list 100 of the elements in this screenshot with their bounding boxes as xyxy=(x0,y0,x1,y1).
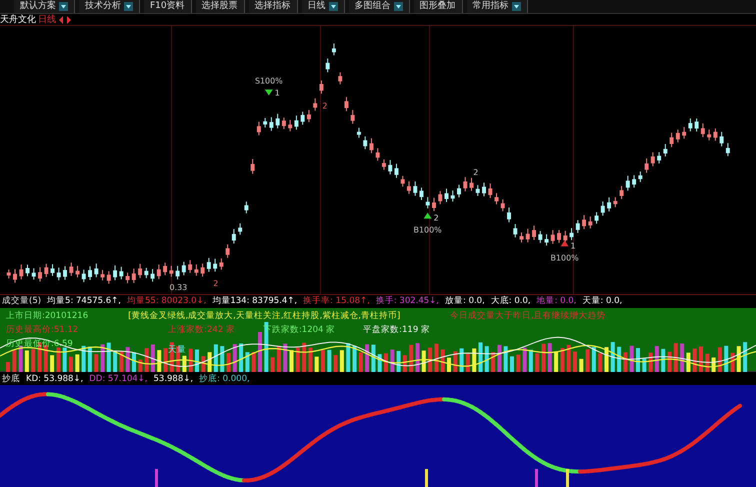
candlestick xyxy=(94,263,98,278)
legend-text: [黄线金叉绿线,成交量放大,天量柱关注,红柱持股,紫柱减仓,青柱持币] xyxy=(128,310,402,322)
candlestick xyxy=(626,175,630,192)
toolbar-button[interactable]: 选择股票 xyxy=(196,0,245,13)
candlestick xyxy=(463,176,468,192)
candlestick xyxy=(13,268,17,284)
toolbar-button[interactable]: F10资料 xyxy=(144,0,192,13)
candlestick xyxy=(613,196,618,208)
candlestick xyxy=(644,158,649,174)
candlestick xyxy=(582,214,586,230)
candlestick xyxy=(682,126,686,140)
candlestick xyxy=(44,263,48,278)
candlestick xyxy=(670,132,674,148)
candlestick xyxy=(457,184,461,198)
high-price: 历史最高价:51.12 xyxy=(6,324,80,336)
candlestick xyxy=(163,262,168,276)
volume-reading: 换手率: 15.08↑, xyxy=(303,295,370,308)
candlestick xyxy=(550,230,555,244)
candlestick xyxy=(126,272,130,284)
volume-reading: 换手: 302.45↓, xyxy=(376,295,439,308)
candlestick xyxy=(713,128,718,142)
candlestick xyxy=(526,228,530,243)
candlestick xyxy=(244,201,248,214)
candlestick xyxy=(182,261,186,276)
candlestick xyxy=(200,263,205,278)
toolbar-button[interactable]: 多图组合 xyxy=(348,0,410,13)
candlestick xyxy=(288,119,292,132)
candlestick xyxy=(600,200,605,216)
rising-count: 上涨家数:242 家 xyxy=(168,324,235,336)
toolbar-button[interactable]: 日线 xyxy=(302,0,345,13)
candlestick xyxy=(694,118,699,132)
candlestick xyxy=(156,264,161,280)
candlestick xyxy=(726,142,730,157)
candlestick xyxy=(482,182,486,197)
kd-reading: 抄底 xyxy=(2,372,20,385)
candlestick xyxy=(188,260,192,274)
candlestick xyxy=(113,264,118,281)
candlestick xyxy=(538,230,542,244)
candlestick xyxy=(720,131,724,147)
candlestick xyxy=(319,80,324,94)
candlestick xyxy=(294,115,298,130)
candlestick xyxy=(363,136,368,150)
candlestick xyxy=(19,264,24,280)
candlestick xyxy=(620,186,624,200)
candlestick xyxy=(532,225,536,240)
kd-reading: DD: 57.104↓, xyxy=(89,374,148,384)
marker-label: 0.33 xyxy=(170,283,188,292)
candlestick xyxy=(269,116,274,132)
candlestick xyxy=(88,266,92,280)
candlestick xyxy=(256,121,261,136)
candlestick xyxy=(119,266,124,280)
volume-reading: 均量5: 74575.6↑, xyxy=(47,295,121,308)
candlestick xyxy=(82,269,86,283)
candlestick xyxy=(507,207,511,223)
candlestick xyxy=(413,180,418,196)
candlestick xyxy=(213,258,218,272)
candlestick xyxy=(400,175,405,188)
signal-arrow-icon xyxy=(560,240,569,246)
signal-arrow-icon xyxy=(424,212,432,219)
candlestick xyxy=(438,190,442,205)
candlestick xyxy=(570,228,574,241)
toolbar-button[interactable]: 图形叠加 xyxy=(414,0,463,13)
candlestick xyxy=(138,263,142,279)
candlestick xyxy=(426,196,430,209)
candlestick xyxy=(494,192,498,205)
candlestick xyxy=(144,267,148,279)
candlestick xyxy=(276,113,280,129)
candlestick xyxy=(557,230,562,244)
candlestick xyxy=(476,184,480,196)
candlestick xyxy=(444,188,448,202)
toolbar-button[interactable]: 默认方案 xyxy=(14,0,75,13)
candlestick xyxy=(50,264,55,276)
kd-reading: 53.988↓, xyxy=(154,374,194,384)
candlestick xyxy=(232,228,236,244)
candlestick xyxy=(657,152,662,164)
candlestick xyxy=(176,265,180,280)
flat-count: 平盘家数:119 家 xyxy=(363,324,430,336)
candlestick xyxy=(194,264,198,276)
toolbar-button[interactable]: 常用指标 xyxy=(466,0,528,13)
notice-text: 今日成交量大于昨日,且有继续增大趋势 xyxy=(450,310,606,323)
volume-reading: 成交量(5) xyxy=(2,295,42,308)
candlestick xyxy=(588,216,592,229)
candlestick xyxy=(594,212,599,224)
candlestick xyxy=(32,268,36,280)
candlestick xyxy=(420,187,424,201)
candlestick xyxy=(63,266,68,280)
candlestick xyxy=(500,198,505,212)
toolbar-button[interactable]: 选择指标 xyxy=(248,0,298,13)
kd-reading: KD: 53.988↓, xyxy=(26,374,84,384)
volume-reading: 大底: 0.0, xyxy=(490,295,531,308)
candlestick xyxy=(376,148,380,162)
candlestick xyxy=(169,265,174,278)
candlestick xyxy=(676,129,680,143)
toolbar-button[interactable]: 技术分析 xyxy=(79,0,140,13)
candlestick xyxy=(250,158,255,174)
candlestick xyxy=(238,222,242,236)
candlestick xyxy=(38,266,42,282)
candlestick xyxy=(638,171,642,183)
stock-name: 天舟文化 xyxy=(0,14,36,26)
candlestick xyxy=(313,98,318,112)
